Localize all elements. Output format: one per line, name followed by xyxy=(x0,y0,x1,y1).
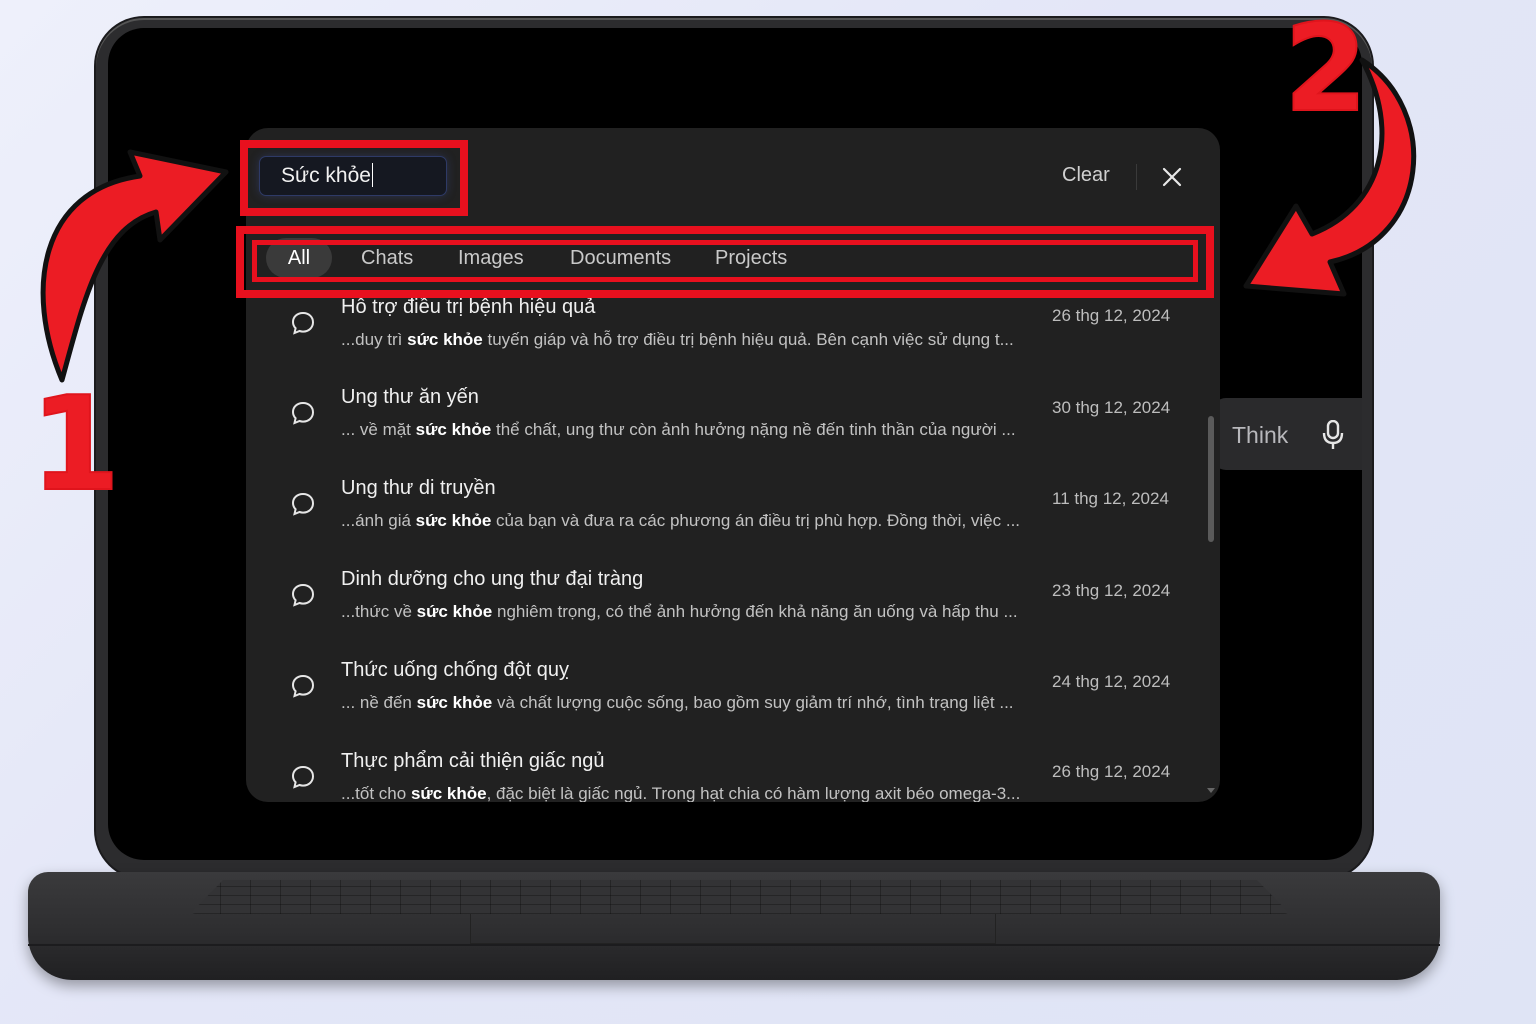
clear-button[interactable]: Clear xyxy=(1062,164,1110,187)
result-snippet: ...ánh giá sức khỏe của bạn và đưa ra cá… xyxy=(341,511,1021,530)
result-title: Dinh dưỡng cho ung thư đại tràng xyxy=(341,568,644,590)
result-keyword: sức khỏe xyxy=(416,602,493,621)
result-keyword: sức khỏe xyxy=(415,420,492,439)
step-number-2: 2 xyxy=(1283,0,1368,140)
search-query: Sức khỏe xyxy=(281,164,371,187)
result-snippet: ...duy trì sức khỏe tuyến giáp và hỗ trợ… xyxy=(341,330,1014,349)
laptop-base-edge xyxy=(28,944,1440,946)
result-title: Hỗ trợ điều trị bệnh hiệu quả xyxy=(341,296,596,318)
result-date: 26 thg 12, 2024 xyxy=(1052,306,1171,325)
search-input[interactable]: Sức khỏe xyxy=(260,157,446,195)
result-title: Thức uống chống đột quỵ xyxy=(341,659,569,681)
chat-bubble-icon xyxy=(291,583,315,607)
result-row[interactable]: Ung thư ăn yến ... về mặt sức khỏe thể c… xyxy=(246,384,1220,474)
result-row[interactable]: Dinh dưỡng cho ung thư đại tràng ...thức… xyxy=(246,566,1220,656)
tab-documents[interactable]: Documents xyxy=(570,238,671,278)
result-date: 30 thg 12, 2024 xyxy=(1052,398,1171,417)
tab-all[interactable]: All xyxy=(266,238,332,278)
laptop-trackpad xyxy=(470,914,996,944)
result-date: 26 thg 12, 2024 xyxy=(1052,762,1171,781)
result-keyword: sức khỏe xyxy=(415,511,492,530)
think-button[interactable]: Think xyxy=(1232,422,1288,449)
result-keyword: sức khỏe xyxy=(407,330,483,349)
scroll-down-icon[interactable] xyxy=(1207,788,1215,793)
result-snippet: ... nề đến sức khỏe và chất lượng cuộc s… xyxy=(341,693,1014,712)
tab-projects[interactable]: Projects xyxy=(715,238,787,278)
close-icon[interactable] xyxy=(1160,165,1184,189)
chat-bubble-icon xyxy=(291,674,315,698)
chat-bubble-icon xyxy=(291,311,315,335)
result-date: 23 thg 12, 2024 xyxy=(1052,581,1171,600)
result-title: Ung thư di truyền xyxy=(341,477,496,499)
chat-bubble-icon xyxy=(291,492,315,516)
result-title: Thực phẩm cải thiện giấc ngủ xyxy=(341,750,605,772)
tab-chats[interactable]: Chats xyxy=(361,238,413,278)
chat-bubble-icon xyxy=(291,765,315,789)
result-row[interactable]: Thực phẩm cải thiện giấc ngủ ...tốt cho … xyxy=(246,748,1220,802)
scrollbar-thumb[interactable] xyxy=(1208,416,1214,542)
result-date: 24 thg 12, 2024 xyxy=(1052,672,1171,691)
result-snippet: ...thức về sức khỏe nghiêm trọng, có thể… xyxy=(341,602,1018,621)
toolbar-separator xyxy=(1136,164,1137,190)
results-list: Hỗ trợ điều trị bệnh hiệu quả ...duy trì… xyxy=(246,290,1220,802)
tab-images[interactable]: Images xyxy=(458,238,524,278)
laptop-keyboard xyxy=(190,880,1290,914)
result-row[interactable]: Thức uống chống đột quỵ ... nề đến sức k… xyxy=(246,657,1220,747)
step-number-1: 1 xyxy=(29,367,121,521)
result-keyword: sức khỏe xyxy=(416,693,493,712)
result-snippet: ...tốt cho sức khỏe, đặc biệt là giấc ng… xyxy=(341,784,1021,802)
result-row[interactable]: Hỗ trợ điều trị bệnh hiệu quả ...duy trì… xyxy=(246,294,1220,384)
result-keyword: sức khỏe xyxy=(410,784,487,802)
chat-bubble-icon xyxy=(291,401,315,425)
result-snippet: ... về mặt sức khỏe thể chất, ung thư cò… xyxy=(341,420,1016,439)
microphone-icon[interactable] xyxy=(1322,420,1344,450)
result-date: 11 thg 12, 2024 xyxy=(1052,489,1169,508)
result-title: Ung thư ăn yến xyxy=(341,386,479,408)
result-row[interactable]: Ung thư di truyền ...ánh giá sức khỏe củ… xyxy=(246,475,1220,565)
text-caret xyxy=(371,163,373,187)
